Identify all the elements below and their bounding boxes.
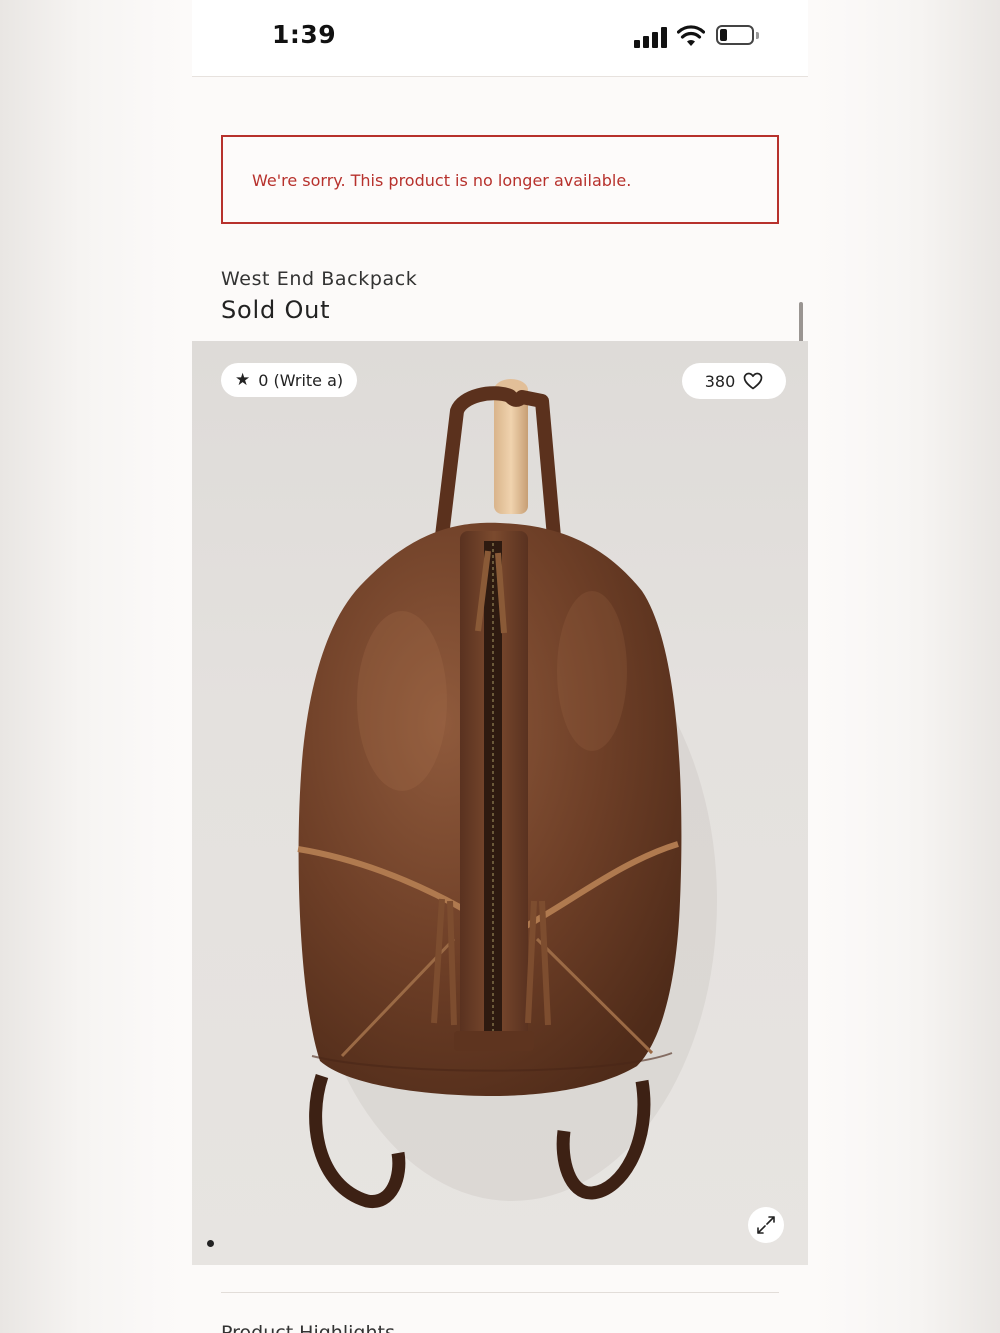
product-highlights-heading[interactable]: Product Highlights bbox=[221, 1322, 395, 1333]
signal-icon bbox=[634, 26, 668, 48]
expand-image-button[interactable] bbox=[748, 1207, 784, 1243]
product-availability: Sold Out bbox=[221, 296, 331, 324]
rating-button[interactable]: ★ 0 (Write a) bbox=[221, 363, 358, 397]
section-divider bbox=[221, 1292, 779, 1293]
battery-cap bbox=[756, 32, 759, 39]
carousel-indicator-dot[interactable] bbox=[207, 1240, 214, 1247]
heart-icon bbox=[743, 372, 763, 390]
product-name: West End Backpack bbox=[221, 268, 418, 290]
expand-icon bbox=[757, 1216, 775, 1234]
alert-message: We're sorry. This product is no longer a… bbox=[252, 171, 632, 190]
favorites-count: 380 bbox=[704, 371, 736, 391]
status-bar: 1:39 bbox=[192, 0, 808, 77]
wifi-icon bbox=[677, 25, 705, 46]
backpack-image bbox=[297, 379, 717, 1208]
rating-label: 0 (Write a) bbox=[258, 370, 344, 390]
phone-screen: 1:39 We're sorry. This product is no lon… bbox=[192, 0, 808, 1333]
star-icon: ★ bbox=[235, 370, 251, 390]
status-time: 1:39 bbox=[272, 20, 337, 49]
unavailable-alert: We're sorry. This product is no longer a… bbox=[221, 135, 779, 224]
product-image-gallery[interactable]: ★ 0 (Write a) 380 bbox=[192, 341, 808, 1265]
favorite-button[interactable]: 380 bbox=[682, 363, 786, 399]
battery-icon bbox=[716, 25, 754, 45]
